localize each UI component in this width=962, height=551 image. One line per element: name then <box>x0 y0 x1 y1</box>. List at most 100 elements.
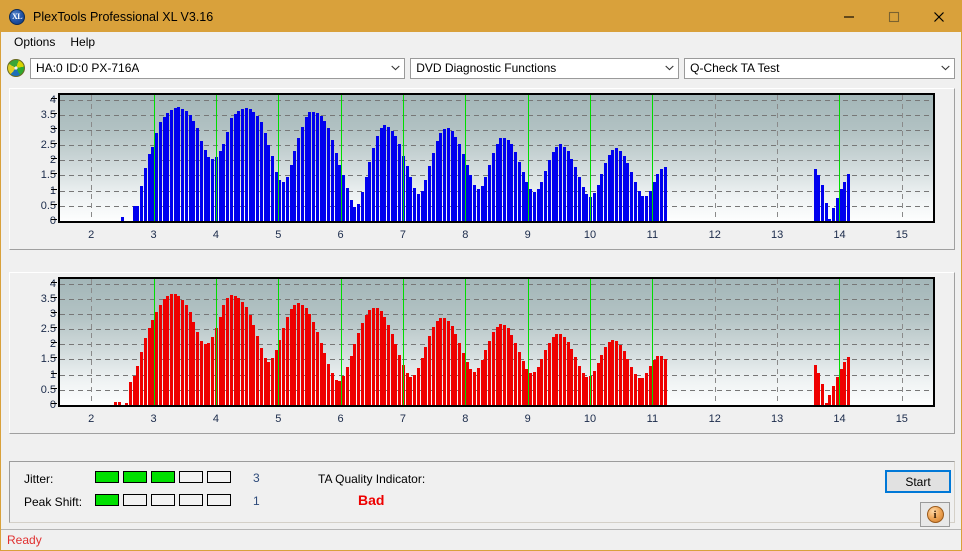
x-tick-label: 9 <box>524 413 531 425</box>
selector-toolbar: HA:0 ID:0 PX-716A DVD Diagnostic Functio… <box>1 53 961 83</box>
meter-segment <box>179 471 203 483</box>
menu-item-options[interactable]: Options <box>7 33 63 52</box>
y-tick-label: 0 <box>49 399 56 411</box>
menu-bar: Options Help <box>1 32 961 53</box>
y-tick-label: 2 <box>49 338 56 351</box>
status-text: Ready <box>7 533 42 547</box>
y-tick-label: 3 <box>49 307 56 320</box>
x-tick-label: 7 <box>399 229 407 241</box>
plot-area-lands <box>58 277 935 407</box>
meter-segment <box>95 494 119 506</box>
y-tick-mark <box>51 127 57 129</box>
info-button[interactable]: i <box>920 502 950 527</box>
x-tick-label: 9 <box>524 229 531 241</box>
y-tick-label: 3 <box>49 123 56 136</box>
test-select-value: Q-Check TA Test <box>690 61 780 75</box>
y-tick-mark <box>51 327 57 329</box>
maximize-icon[interactable] <box>871 1 916 32</box>
x-tick-label: 8 <box>462 229 469 241</box>
x-tick-label: 14 <box>833 229 846 241</box>
function-select[interactable]: DVD Diagnostic Functions <box>410 57 680 79</box>
meter-segment <box>151 471 175 483</box>
y-tick-label: 3.5 <box>40 292 56 305</box>
x-tick-label: 2 <box>88 413 95 425</box>
y-tick-mark <box>51 403 57 404</box>
meter-segment <box>95 471 119 483</box>
x-tick-label: 15 <box>895 229 908 241</box>
indicator-group: Jitter: 3 Peak Shift: 1 TA Quality Indic… <box>9 461 955 527</box>
indicator-bar: Jitter: 3 Peak Shift: 1 TA Quality Indic… <box>1 459 961 529</box>
xl-logo-icon: XL <box>9 8 25 25</box>
chevron-down-icon <box>387 59 404 78</box>
charts-area: 4 3.5 3 2.5 2 1.5 1 0.5 0 2 3 4 5 6 7 8 9 10 11 12 13 14 15 4… <box>1 83 961 459</box>
start-button[interactable]: Start <box>885 470 951 493</box>
x-tick-label: 11 <box>646 413 659 425</box>
meter-segment <box>151 494 175 506</box>
meter-segment <box>207 471 231 483</box>
x-tick-label: 8 <box>462 413 469 425</box>
plextools-window: XL PlexTools Professional XL V3.16 Optio… <box>0 0 962 551</box>
y-tick-mark <box>51 173 57 175</box>
x-tick-label: 4 <box>212 229 219 241</box>
x-tick-label: 13 <box>770 413 784 425</box>
info-icon: i <box>926 506 944 523</box>
x-tick-label: 3 <box>150 413 157 425</box>
menu-item-help[interactable]: Help <box>63 33 103 52</box>
x-tick-label: 10 <box>583 413 597 425</box>
status-bar: Ready <box>1 529 961 550</box>
test-select[interactable]: Q-Check TA Test <box>684 57 955 79</box>
y-tick-mark <box>51 158 57 160</box>
y-tick-mark <box>51 357 57 359</box>
jitter-meter <box>95 471 231 483</box>
x-tick-label: 4 <box>212 413 219 425</box>
x-tick-label: 12 <box>708 413 721 425</box>
y-tick-mark <box>51 387 57 389</box>
x-tick-label: 6 <box>337 413 344 425</box>
y-tick-label: 4 <box>49 277 56 290</box>
chart-panel-lands: 4 3.5 3 2.5 2 1.5 1 0.5 0 2 3 4 5 6 7 8 9 10 11 12 13 14 15 <box>9 272 955 434</box>
drive-select[interactable]: HA:0 ID:0 PX-716A <box>30 57 406 79</box>
jitter-label: Jitter: <box>24 472 54 486</box>
plot-area-pits <box>58 93 935 223</box>
x-tick-label: 7 <box>399 413 407 425</box>
y-tick-mark <box>51 112 57 114</box>
y-tick-label: 1.5 <box>40 169 56 182</box>
minimize-icon[interactable] <box>826 1 871 32</box>
y-tick-label: 1 <box>49 368 56 381</box>
x-tick-label: 14 <box>833 413 846 425</box>
chevron-down-icon <box>661 59 678 78</box>
y-tick-label: 0.5 <box>40 383 56 396</box>
function-select-value: DVD Diagnostic Functions <box>416 61 557 75</box>
window-controls <box>826 1 961 32</box>
y-tick-mark <box>51 342 57 344</box>
window-title: PlexTools Professional XL V3.16 <box>33 9 214 24</box>
ta-quality-label: TA Quality Indicator: <box>318 472 426 486</box>
jitter-value: 3 <box>253 471 260 485</box>
y-tick-mark <box>51 219 57 220</box>
x-tick-label: 5 <box>275 413 282 425</box>
y-tick-label: 2.5 <box>40 323 56 336</box>
y-tick-label: 1 <box>49 184 56 197</box>
meter-segment <box>123 471 147 483</box>
y-tick-label: 0.5 <box>40 199 56 212</box>
ta-quality-value: Bad <box>358 492 385 508</box>
chevron-down-icon <box>937 59 954 78</box>
y-tick-mark <box>51 311 57 313</box>
x-tick-label: 11 <box>646 229 659 241</box>
close-icon[interactable] <box>916 1 961 32</box>
peak-shift-value: 1 <box>253 494 260 508</box>
y-tick-label: 2.5 <box>40 139 56 152</box>
x-tick-label: 2 <box>88 229 95 241</box>
x-tick-label: 6 <box>337 229 344 241</box>
x-tick-label: 3 <box>150 229 157 241</box>
y-tick-mark <box>51 372 57 374</box>
peak-shift-label: Peak Shift: <box>24 495 83 509</box>
disc-icon <box>7 59 25 77</box>
meter-segment <box>179 494 203 506</box>
y-tick-label: 0 <box>49 215 56 227</box>
peak-shift-meter <box>95 494 231 506</box>
meter-segment <box>123 494 147 506</box>
x-axis-labels-lands: 2 3 4 5 6 7 8 9 10 11 12 13 14 15 <box>10 413 954 429</box>
meter-segment <box>207 494 231 506</box>
y-tick-label: 3.5 <box>40 108 56 121</box>
